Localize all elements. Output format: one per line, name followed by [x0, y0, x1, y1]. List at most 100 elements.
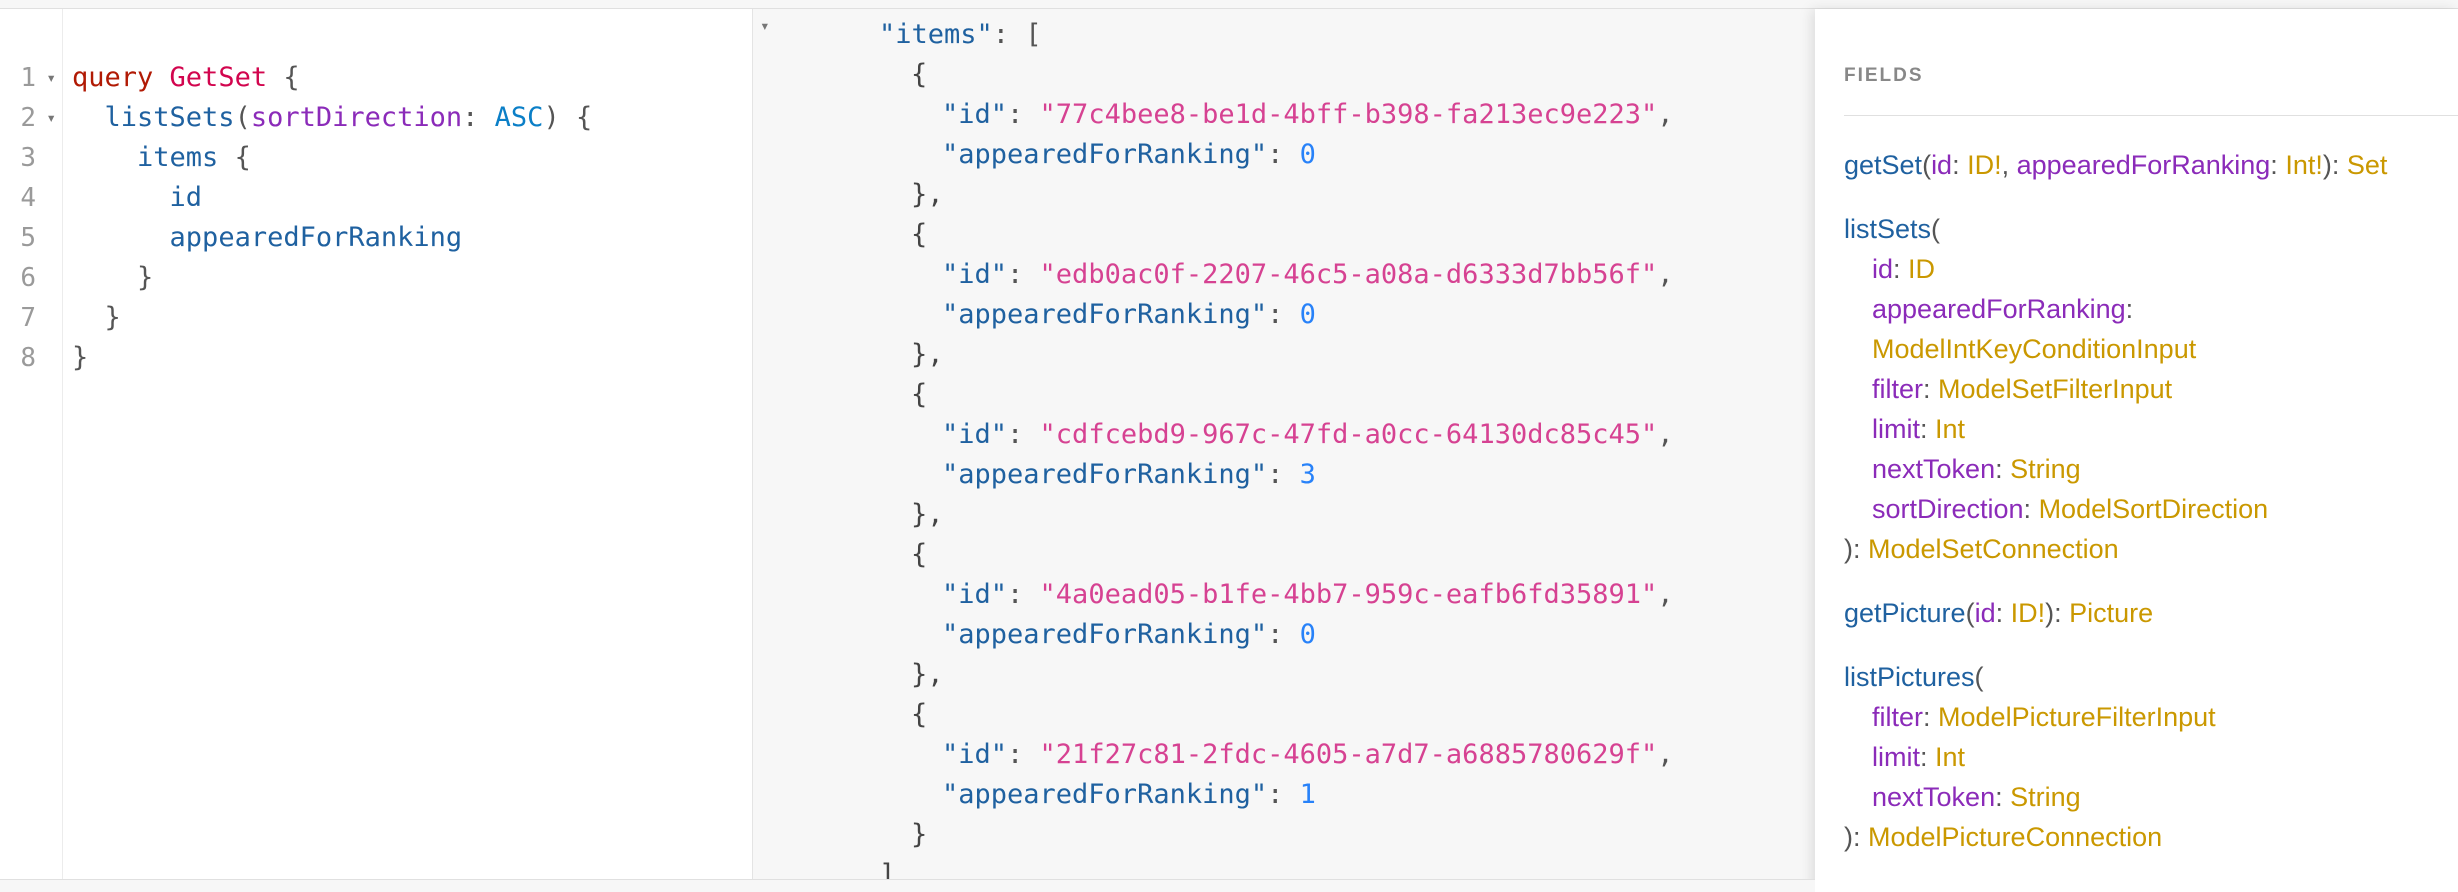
field-list-sets: listSets	[104, 102, 235, 133]
json-key: "appearedForRanking"	[942, 139, 1268, 170]
editor-result-divider[interactable]	[752, 9, 782, 879]
line-number-gutter: 1 ▾ 2 ▾ 3 4 5 6 7 8	[0, 9, 63, 879]
doc-return-type[interactable]: Set	[2347, 150, 2388, 180]
json-object-open: {	[911, 539, 928, 570]
json-number-value: 0	[1299, 139, 1316, 170]
doc-arg-line: nextToken: String	[1872, 454, 2081, 484]
json-key: "id"	[942, 579, 1008, 610]
gutter-line-7: 7	[0, 298, 62, 338]
line-number: 4	[20, 183, 36, 213]
doc-field-get-picture[interactable]: getPicture(id: ID!): Picture	[1844, 593, 2153, 633]
result-viewer[interactable]: "items": [ { "id": "77c4bee8-be1d-4bff-b…	[781, 9, 1815, 879]
doc-arg-name: id	[1931, 150, 1953, 180]
doc-arg-name: nextToken	[1872, 782, 1996, 812]
json-id-line: "id": "edb0ac0f-2207-46c5-a08a-d6333d7bb…	[942, 259, 1674, 290]
gutter-line-2: 2 ▾	[0, 98, 62, 138]
doc-arg-line: limit: Int	[1872, 414, 1966, 444]
top-toolbar-edge	[0, 0, 2458, 9]
doc-arg-type-line: ModelIntKeyConditionInput	[1872, 329, 2196, 369]
json-key: "id"	[942, 739, 1008, 770]
doc-arg-name: id	[1974, 598, 1996, 628]
gutter-line-6: 6	[0, 258, 62, 298]
doc-arg-name: sortDirection	[1872, 494, 2024, 524]
json-string-value: "77c4bee8-be1d-4bff-b398-fa213ec9e223"	[1039, 99, 1658, 130]
fold-toggle-icon[interactable]: ▾	[46, 98, 56, 138]
json-string-value: "cdfcebd9-967c-47fd-a0cc-64130dc85c45"	[1039, 419, 1658, 450]
doc-type-link[interactable]: ModelPictureFilterInput	[1938, 702, 2216, 732]
json-key: "appearedForRanking"	[942, 619, 1268, 650]
doc-type-link[interactable]: ModelSortDirection	[2039, 494, 2269, 524]
doc-arg-line: appearedForRanking:	[1872, 294, 2134, 324]
json-object-close: },	[911, 659, 944, 690]
json-string-value: "4a0ead05-b1fe-4bb7-959c-eafb6fd35891"	[1039, 579, 1658, 610]
json-appeared-line: "appearedForRanking": 1	[942, 779, 1316, 810]
doc-field-name[interactable]: getPicture	[1844, 598, 1966, 628]
doc-arg-line: id: ID	[1872, 254, 1936, 284]
json-key: "id"	[942, 419, 1008, 450]
brace: {	[575, 102, 593, 133]
doc-type-link[interactable]: String	[2010, 454, 2081, 484]
gutter-line-1: 1 ▾	[0, 58, 62, 98]
doc-field-name[interactable]: listSets	[1844, 214, 1931, 244]
json-key: "items"	[879, 19, 993, 50]
json-appeared-line: "appearedForRanking": 0	[942, 619, 1316, 650]
brace: {	[234, 142, 251, 173]
doc-type-link[interactable]: ID!	[2011, 598, 2046, 628]
json-number-value: 0	[1299, 619, 1316, 650]
doc-type-link[interactable]: Int	[1935, 742, 1965, 772]
line-number: 8	[20, 343, 36, 373]
doc-arg-name: id	[1872, 254, 1894, 284]
doc-return-type[interactable]: ModelSetConnection	[1868, 534, 2119, 564]
doc-type-link[interactable]: Int	[1935, 414, 1965, 444]
field-id: id	[169, 182, 203, 213]
gutter-line-5: 5	[0, 218, 62, 258]
doc-field-list-pictures[interactable]: listPictures(	[1844, 657, 1984, 697]
doc-arg-line: filter: ModelPictureFilterInput	[1872, 702, 2216, 732]
line-number: 6	[20, 263, 36, 293]
doc-type-link[interactable]: String	[2010, 782, 2081, 812]
json-key: "appearedForRanking"	[942, 779, 1268, 810]
line-number: 1	[20, 63, 36, 93]
fold-toggle-icon[interactable]: ▾	[46, 58, 56, 98]
code-line-3: items {	[72, 138, 251, 178]
result-fold-icon[interactable]: ▾	[760, 12, 770, 40]
code-line-5: appearedForRanking	[72, 218, 463, 258]
doc-arg-line: nextToken: String	[1872, 782, 2081, 812]
json-string-value: "edb0ac0f-2207-46c5-a08a-d6333d7bb56f"	[1039, 259, 1658, 290]
query-editor[interactable]: 1 ▾ 2 ▾ 3 4 5 6 7 8 query GetSet {listS…	[0, 9, 752, 879]
code-line-1: query GetSet {	[72, 58, 300, 98]
graphiql-app: 1 ▾ 2 ▾ 3 4 5 6 7 8 query GetSet {listS…	[0, 0, 2458, 892]
doc-return-line: ): ModelSetConnection	[1844, 534, 2119, 564]
doc-field-list-sets[interactable]: listSets(	[1844, 209, 1940, 249]
brace: }	[72, 342, 89, 373]
doc-type-link[interactable]: Int!	[2285, 150, 2323, 180]
doc-field-get-set[interactable]: getSet(id: ID!, appearedForRanking: Int!…	[1844, 145, 2387, 185]
doc-field-name[interactable]: getSet	[1844, 150, 1922, 180]
json-array-close: ]	[879, 859, 896, 879]
json-appeared-line: "appearedForRanking": 3	[942, 459, 1316, 490]
operation-name: GetSet	[169, 62, 268, 93]
field-appeared-for-ranking: appearedForRanking	[169, 222, 463, 253]
doc-type-link[interactable]: ID!	[1967, 150, 2002, 180]
doc-arg-name: filter	[1872, 374, 1924, 404]
doc-return-line: ): ModelPictureConnection	[1844, 822, 2163, 852]
doc-field-name[interactable]: listPictures	[1844, 662, 1975, 692]
doc-type-link[interactable]: ID	[1908, 254, 1935, 284]
doc-arg-name: appearedForRanking	[2016, 150, 2271, 180]
doc-return-type[interactable]: Picture	[2069, 598, 2153, 628]
json-id-line: "id": "77c4bee8-be1d-4bff-b398-fa213ec9e…	[942, 99, 1674, 130]
line-number: 7	[20, 303, 36, 333]
field-items: items	[137, 142, 219, 173]
json-object-close: },	[911, 499, 944, 530]
gutter-line-4: 4	[0, 178, 62, 218]
doc-return-type[interactable]: ModelPictureConnection	[1868, 822, 2162, 852]
code-line-8: }	[72, 338, 88, 378]
doc-type-link[interactable]: ModelSetFilterInput	[1938, 374, 2172, 404]
gutter-line-3: 3	[0, 138, 62, 178]
json-id-line: "id": "cdfcebd9-967c-47fd-a0cc-64130dc85…	[942, 419, 1674, 450]
doc-arg-line: sortDirection: ModelSortDirection	[1872, 494, 2269, 524]
doc-arg-line: filter: ModelSetFilterInput	[1872, 374, 2173, 404]
json-number-value: 0	[1299, 299, 1316, 330]
json-object-open: {	[911, 379, 928, 410]
doc-type-link[interactable]: ModelIntKeyConditionInput	[1872, 334, 2196, 364]
